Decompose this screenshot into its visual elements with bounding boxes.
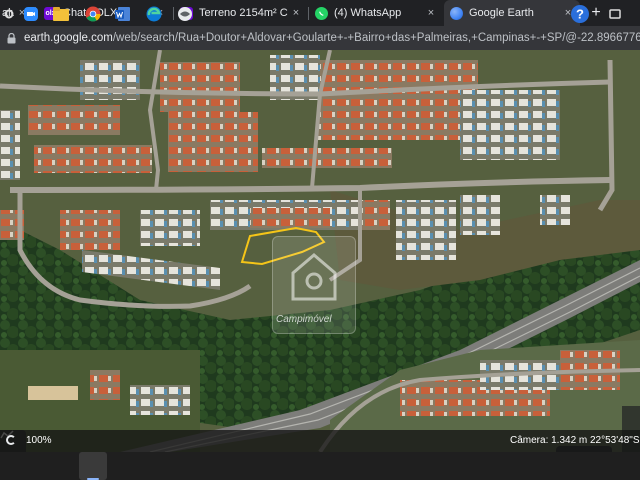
tray-icon[interactable] <box>606 5 624 23</box>
edge-icon[interactable] <box>145 5 163 23</box>
tab-label: (4) WhatsApp <box>334 7 402 19</box>
tab-terreno[interactable]: olx Terreno 2154m² Cond × <box>174 0 308 26</box>
whatsapp-icon <box>315 6 328 20</box>
lock-icon[interactable] <box>5 32 18 44</box>
loading-icon <box>6 435 16 445</box>
watermark-text: Campimóvel <box>276 314 332 325</box>
app-icon[interactable] <box>176 5 194 23</box>
address-bar[interactable]: earth.google.com/web/search/Rua+Doutor+A… <box>0 28 640 48</box>
tab-label: Chat | OLX <box>63 7 118 19</box>
zoom-level: 100% <box>26 435 52 446</box>
tab-google-earth[interactable]: Google Earth × <box>444 0 580 26</box>
tab-close-icon[interactable]: × <box>423 7 439 19</box>
help-icon[interactable]: ? <box>570 4 590 24</box>
tab-close-icon[interactable]: × <box>288 7 304 19</box>
active-app-highlight <box>79 452 107 480</box>
tab-whatsapp[interactable]: (4) WhatsApp × <box>309 0 443 26</box>
url-path: /web/search/Rua+Doutor+Aldovar+Goularte+… <box>112 32 640 44</box>
svg-text:?: ? <box>576 7 584 22</box>
zoom-app-icon[interactable] <box>22 5 40 23</box>
tab-label: Terreno 2154m² Cond <box>199 7 288 19</box>
google-earth-icon <box>450 6 463 20</box>
map-status-bar: 100% Câmera: 1.342 m 22°53'48"S <box>0 430 640 452</box>
word-icon[interactable] <box>114 5 132 23</box>
chrome-icon[interactable] <box>84 5 102 23</box>
coordinates: 22°53'48"S <box>590 435 640 446</box>
url-host: earth.google.com <box>23 32 113 44</box>
url-text: earth.google.com/web/search/Rua+Doutor+A… <box>24 32 640 44</box>
camera-altitude: Câmera: 1.342 m <box>510 435 588 446</box>
settings-icon[interactable] <box>0 5 18 23</box>
tab-label: Google Earth <box>469 7 534 19</box>
file-explorer-icon[interactable] <box>52 5 70 23</box>
browser-toolbar: earth.google.com/web/search/Rua+Doutor+A… <box>0 26 640 50</box>
satellite-map[interactable]: Campimóvel − + <box>0 50 640 452</box>
